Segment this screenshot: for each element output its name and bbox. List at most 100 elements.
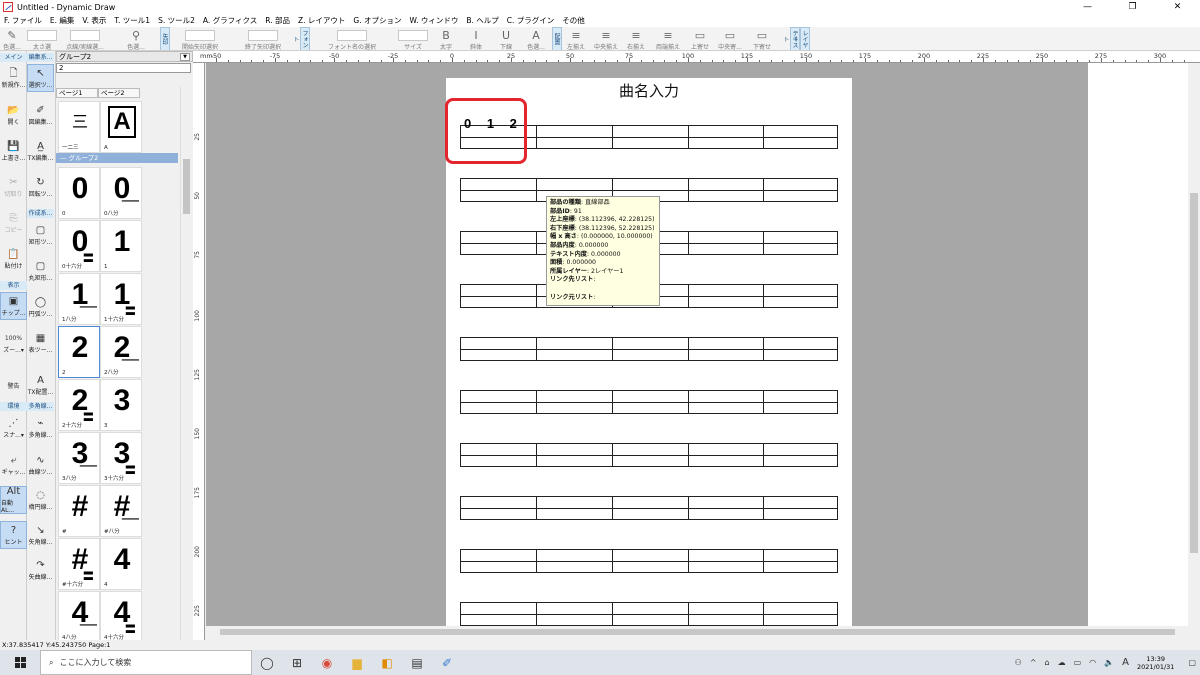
menu-item[interactable]: W. ウィンドウ — [410, 15, 459, 26]
scroll-thumb[interactable] — [183, 159, 190, 214]
toolbar-item[interactable]: ≡ 右揃え — [618, 27, 654, 51]
menu-item[interactable]: C. プラグイン — [507, 15, 555, 26]
part-cell[interactable]: 2̲ 2八分 — [100, 326, 142, 378]
cloud-icon[interactable]: ☁ — [1058, 658, 1066, 667]
menu-item[interactable]: B. ヘルプ — [466, 15, 498, 26]
part-cell[interactable]: 1̲ 1八分 — [58, 273, 100, 325]
part-cell[interactable]: AA — [100, 101, 142, 153]
notification-icon[interactable]: ▢ — [1188, 658, 1196, 667]
part-cell[interactable]: 3̲ 3八分 — [58, 432, 100, 484]
part-cell[interactable]: 4̳ 4十六分 — [100, 591, 142, 643]
maximize-icon[interactable]: ❐ — [1110, 0, 1155, 14]
menu-item[interactable]: A. グラフィクス — [203, 15, 257, 26]
tool-button[interactable]: ◯ 円弧ツ... — [27, 293, 54, 321]
part-cell[interactable]: 2̳ 2十六分 — [58, 379, 100, 431]
scroll-thumb[interactable] — [220, 629, 1175, 635]
toolbar-item[interactable]: 太さ選 — [24, 27, 60, 50]
menu-item[interactable]: V. 表示 — [82, 15, 106, 26]
part-cell[interactable]: #̳ #十六分 — [58, 538, 100, 590]
folder-icon[interactable]: ▆ — [342, 650, 372, 675]
volume-icon[interactable]: 🔈 — [1104, 658, 1114, 667]
part-cell[interactable]: 11 — [100, 220, 142, 272]
minimize-icon[interactable]: — — [1065, 0, 1110, 14]
tool-button[interactable]: ▣ チップ... — [0, 292, 27, 320]
tool-button[interactable]: ▢ 丸矩形... — [27, 257, 54, 285]
tool-button[interactable]: ⎘ コピー — [0, 209, 27, 237]
scroll-thumb[interactable] — [1190, 193, 1198, 553]
tool-button[interactable]: 警告 — [0, 371, 27, 399]
tool-button[interactable]: ▦ 表ツー... — [27, 329, 54, 357]
tool-button[interactable]: ↖ 選択ツ... — [27, 64, 54, 92]
tool-button[interactable]: ⋰ スナ...▾ — [0, 414, 27, 442]
tool-button[interactable]: ↻ 回転ツ... — [27, 173, 54, 201]
tool-button[interactable]: ⤶ ギャッ... — [0, 451, 27, 479]
part-cell[interactable]: 0̲ 0八分 — [100, 167, 142, 219]
part-cell[interactable]: 44 — [100, 538, 142, 590]
ime-indicator[interactable]: A — [1122, 657, 1129, 668]
chrome-icon[interactable]: ◉ — [312, 650, 342, 675]
part-cell[interactable]: 22 — [58, 326, 100, 378]
people-icon[interactable]: ⚇ — [1015, 658, 1022, 667]
tool-button[interactable]: 💾 上書き... — [0, 137, 27, 165]
toolbar-item[interactable]: ≡ 両端揃え — [650, 27, 686, 51]
toolbar-item[interactable]: 点線/実線選... — [66, 27, 104, 50]
clock[interactable]: 13:39 2021/01/31 — [1137, 655, 1174, 671]
wifi-icon[interactable]: ◠ — [1089, 658, 1096, 667]
chevron-up-icon[interactable]: ^ — [1030, 658, 1037, 667]
toolbar-item[interactable]: サイズ — [395, 27, 431, 50]
part-cell[interactable]: 00 — [58, 167, 100, 219]
tool-button[interactable]: ✐ 図編集... — [27, 101, 54, 129]
draw-app-icon[interactable]: ✐ — [432, 650, 462, 675]
menu-item[interactable]: F. ファイル — [4, 15, 42, 26]
menu-item[interactable]: その他 — [562, 15, 585, 26]
toolbar-item[interactable]: A 色選... — [518, 27, 554, 51]
tool-button[interactable]: A̲ TX編集... — [27, 137, 54, 165]
toolbar-item[interactable]: 終了矢印選択 — [245, 27, 281, 50]
canvas-horizontal-scrollbar[interactable] — [206, 626, 1188, 638]
staff-row[interactable] — [460, 602, 838, 626]
toolbar-item[interactable]: ▭ 中央寄... — [712, 27, 748, 51]
canvas-vertical-scrollbar[interactable] — [1188, 63, 1200, 640]
widgets-icon[interactable]: ⊞ — [282, 650, 312, 675]
menu-item[interactable]: G. オプション — [353, 15, 401, 26]
toolbar-item[interactable]: ▭ 下寄せ — [744, 27, 780, 51]
tool-button[interactable]: ⌁ 多角線... — [27, 414, 54, 442]
parts-scrollbar[interactable] — [180, 87, 191, 640]
toolbar-section-tab[interactable]: 矢印 — [160, 27, 170, 50]
document-app-icon[interactable]: ▤ — [402, 650, 432, 675]
tool-button[interactable]: ◌ 楕円線... — [27, 486, 54, 514]
tool-button[interactable]: ? ヒント — [0, 521, 27, 549]
part-cell[interactable]: 33 — [100, 379, 142, 431]
start-button[interactable] — [0, 650, 40, 675]
tool-button[interactable]: ↘ 矢角線... — [27, 521, 54, 549]
tool-button[interactable]: A TX配置... — [27, 371, 54, 399]
toolbar-item[interactable]: 開始矢印選択 — [182, 27, 218, 50]
toolbar-section-tab[interactable]: レイヤー — [792, 27, 810, 50]
tab-page-2[interactable]: ページ2 — [98, 88, 140, 98]
staff-row[interactable] — [460, 496, 838, 520]
tool-button[interactable]: 📂 開く — [0, 101, 27, 129]
part-cell[interactable]: 三一二三 — [58, 101, 100, 153]
part-cell[interactable]: 0̳ 0十六分 — [58, 220, 100, 272]
tool-button[interactable]: 🗋 新規作... — [0, 64, 27, 92]
tool-button[interactable]: Alt 自動AL... — [0, 486, 27, 514]
part-cell[interactable]: 4̲ 4八分 — [58, 591, 100, 643]
tool-button[interactable]: ✂ 切取り — [0, 173, 27, 201]
part-cell[interactable]: 1̳ 1十六分 — [100, 273, 142, 325]
tool-button[interactable]: ↷ 矢曲線... — [27, 556, 54, 584]
toolbar-item[interactable]: フォント名の選択 — [328, 27, 376, 50]
group-row[interactable]: — グループ2 — [56, 153, 178, 163]
task-view-icon[interactable]: ◯ — [252, 650, 282, 675]
tool-button[interactable]: ▢ 矩形ツ... — [27, 221, 54, 249]
menu-item[interactable]: S. ツール2 — [158, 15, 195, 26]
menu-item[interactable]: E. 編集 — [50, 15, 75, 26]
taskbar-search[interactable]: ⌕ ここに入力して検索 — [40, 650, 252, 675]
chevron-down-icon[interactable]: ▼ — [180, 53, 190, 61]
staff-row[interactable] — [460, 390, 838, 414]
staff-row[interactable] — [460, 337, 838, 361]
part-cell[interactable]: #̲ #八分 — [100, 485, 142, 537]
tool-button[interactable]: ∿ 曲線ツ... — [27, 451, 54, 479]
tab-page-1[interactable]: ページ1 — [56, 88, 98, 98]
toolbar-item[interactable]: ⚲ 色選... — [118, 27, 154, 51]
menu-item[interactable]: R. 部品 — [265, 15, 290, 26]
